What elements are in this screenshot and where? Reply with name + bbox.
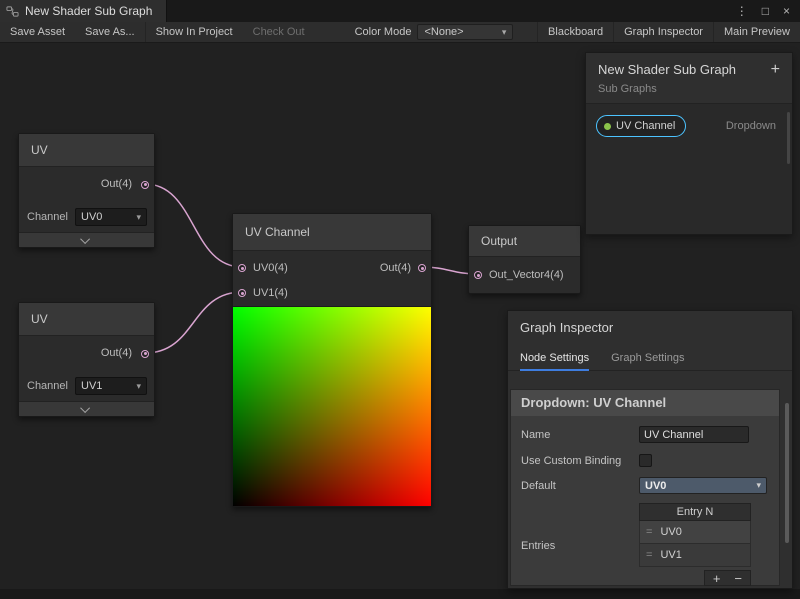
inspector-title: Graph Inspector bbox=[508, 311, 792, 335]
chevron-down-icon: ▾ bbox=[502, 27, 507, 38]
port-label: Out_Vector4(4) bbox=[489, 269, 564, 281]
node-title[interactable]: UV bbox=[19, 134, 154, 167]
channel-value: UV1 bbox=[81, 380, 102, 392]
color-mode-dropdown[interactable]: <None> ▾ bbox=[417, 24, 513, 40]
node-preview-gradient bbox=[233, 306, 431, 506]
drag-handle-icon[interactable]: = bbox=[646, 549, 652, 561]
use-custom-binding-label: Use Custom Binding bbox=[521, 452, 639, 468]
node-title[interactable]: Output bbox=[469, 226, 580, 257]
collapse-toggle[interactable] bbox=[19, 401, 154, 416]
color-mode-value: <None> bbox=[424, 26, 463, 38]
save-asset-button[interactable]: Save Asset bbox=[0, 22, 75, 42]
show-in-project-button[interactable]: Show In Project bbox=[145, 22, 243, 42]
collapse-toggle[interactable] bbox=[19, 232, 154, 247]
channel-dropdown[interactable]: UV1 ▾ bbox=[75, 377, 147, 395]
output-port[interactable] bbox=[141, 350, 149, 358]
collapse-chevron-icon bbox=[80, 234, 90, 244]
exposed-dot-icon bbox=[604, 123, 611, 130]
use-custom-binding-checkbox[interactable] bbox=[639, 454, 652, 467]
output-port[interactable] bbox=[418, 264, 426, 272]
save-as-button[interactable]: Save As... bbox=[75, 22, 145, 42]
output-node[interactable]: Output Out_Vector4(4) bbox=[468, 225, 581, 294]
inspector-section-header: Dropdown: UV Channel bbox=[511, 390, 779, 416]
close-icon[interactable]: × bbox=[783, 4, 790, 18]
uv-channel-node[interactable]: UV Channel UV0(4) UV1(4) Out(4) bbox=[232, 213, 432, 507]
blackboard-title: New Shader Sub Graph bbox=[598, 62, 780, 77]
remove-entry-button[interactable]: − bbox=[734, 571, 742, 586]
channel-label: Channel bbox=[27, 380, 71, 392]
chevron-down-icon: ▾ bbox=[136, 212, 141, 223]
chevron-down-icon: ▾ bbox=[756, 480, 761, 491]
list-item[interactable]: = UV0 bbox=[639, 521, 751, 544]
list-item[interactable]: = UV1 bbox=[639, 544, 751, 567]
graph-inspector-panel: Graph Inspector Node Settings Graph Sett… bbox=[507, 310, 793, 589]
add-property-button[interactable]: + bbox=[771, 61, 780, 79]
graph-inspector-toggle-button[interactable]: Graph Inspector bbox=[613, 22, 713, 42]
titlebar: New Shader Sub Graph ⋮ □ × bbox=[0, 0, 800, 22]
node-title[interactable]: UV Channel bbox=[233, 214, 431, 251]
blackboard-item-name: UV Channel bbox=[616, 120, 675, 132]
port-label-out: Out(4) bbox=[380, 262, 411, 274]
collapse-chevron-icon bbox=[80, 403, 90, 413]
port-label-out: Out(4) bbox=[101, 336, 132, 371]
entry-value: UV0 bbox=[660, 526, 681, 538]
blackboard-subtitle: Sub Graphs bbox=[598, 83, 780, 95]
input-port[interactable] bbox=[474, 271, 482, 279]
input-port-uv1[interactable] bbox=[238, 289, 246, 297]
add-entry-button[interactable]: + bbox=[713, 571, 721, 586]
tab-node-settings[interactable]: Node Settings bbox=[520, 352, 589, 371]
toolbar: Save Asset Save As... Show In Project Ch… bbox=[0, 22, 800, 43]
check-out-button: Check Out bbox=[243, 22, 315, 42]
default-label: Default bbox=[521, 477, 639, 494]
node-title[interactable]: UV bbox=[19, 303, 154, 336]
main-preview-toggle-button[interactable]: Main Preview bbox=[713, 22, 800, 42]
blackboard-scrollbar[interactable] bbox=[787, 112, 790, 164]
shader-graph-window: New Shader Sub Graph ⋮ □ × Save Asset Sa… bbox=[0, 0, 800, 599]
entries-list: Entry N = UV0 = UV1 + − bbox=[639, 503, 751, 586]
name-input[interactable] bbox=[639, 426, 749, 443]
channel-value: UV0 bbox=[81, 211, 102, 223]
entry-value: UV1 bbox=[660, 549, 681, 561]
blackboard-panel: New Shader Sub Graph Sub Graphs + UV Cha… bbox=[585, 52, 793, 235]
drag-handle-icon[interactable]: = bbox=[646, 526, 652, 538]
chevron-down-icon: ▾ bbox=[136, 381, 141, 392]
color-mode-label: Color Mode bbox=[341, 26, 418, 38]
channel-dropdown[interactable]: UV0 ▾ bbox=[75, 208, 147, 226]
entries-header: Entry N bbox=[639, 503, 751, 521]
shader-graph-icon bbox=[6, 5, 19, 18]
default-value: UV0 bbox=[645, 480, 666, 492]
inspector-scrollbar[interactable] bbox=[785, 403, 789, 543]
window-tab[interactable]: New Shader Sub Graph bbox=[0, 0, 167, 22]
window-menu-icon[interactable]: ⋮ bbox=[736, 4, 748, 18]
port-label-uv1: UV1(4) bbox=[253, 287, 288, 299]
entries-label: Entries bbox=[521, 537, 639, 553]
port-label-out: Out(4) bbox=[101, 167, 132, 202]
uv-node-1[interactable]: UV Out(4) Channel UV0 ▾ bbox=[18, 133, 155, 248]
blackboard-item-uv-channel[interactable]: UV Channel bbox=[596, 115, 686, 137]
tab-graph-settings[interactable]: Graph Settings bbox=[611, 352, 684, 370]
tab-title: New Shader Sub Graph bbox=[25, 4, 152, 18]
maximize-icon[interactable]: □ bbox=[762, 4, 769, 18]
blackboard-item-type: Dropdown bbox=[726, 120, 776, 132]
output-port[interactable] bbox=[141, 181, 149, 189]
blackboard-toggle-button[interactable]: Blackboard bbox=[537, 22, 613, 42]
channel-label: Channel bbox=[27, 211, 71, 223]
uv-node-2[interactable]: UV Out(4) Channel UV1 ▾ bbox=[18, 302, 155, 417]
name-label: Name bbox=[521, 426, 639, 443]
default-dropdown[interactable]: UV0 ▾ bbox=[639, 477, 767, 494]
